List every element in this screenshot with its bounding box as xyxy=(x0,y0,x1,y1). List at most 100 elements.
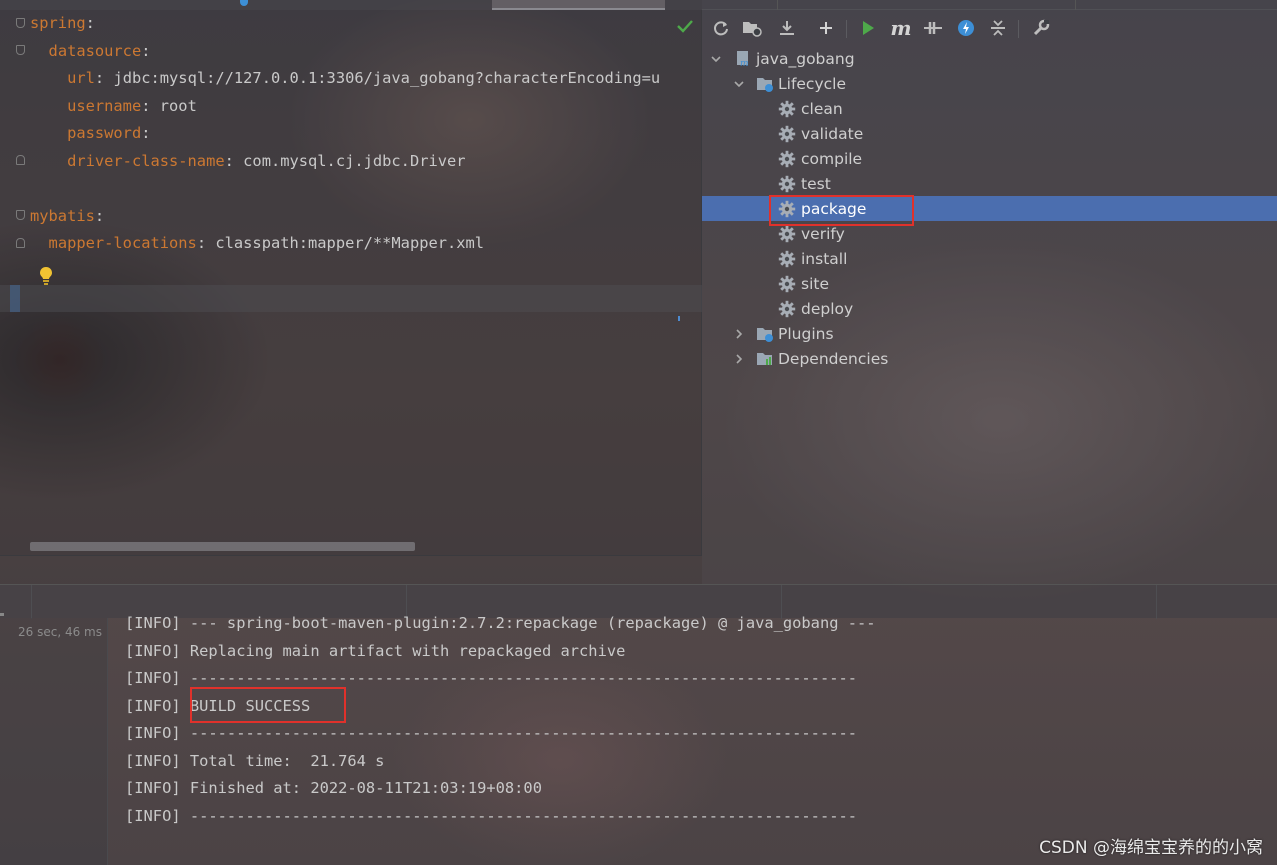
plugins-folder-icon xyxy=(757,327,773,342)
editor-gutter xyxy=(0,10,26,555)
caret-marker xyxy=(10,285,20,312)
gear-icon xyxy=(778,200,796,218)
editor-tab-strip[interactable] xyxy=(0,0,702,10)
chevron-right-icon[interactable] xyxy=(733,353,745,365)
dependencies-folder-icon xyxy=(757,352,772,365)
yaml-value: com.mysql.cj.jdbc.Driver xyxy=(243,151,466,170)
tree-item-lifecycle[interactable]: Lifecycle xyxy=(702,71,1277,96)
fold-marker[interactable] xyxy=(16,18,25,28)
maven-toolbar: m xyxy=(702,13,1277,43)
code-line: username: root xyxy=(67,96,197,115)
lifecycle-folder-icon xyxy=(757,77,773,92)
elapsed-time: 26 sec, 46 ms xyxy=(18,625,102,639)
maven-goal-icon[interactable]: m xyxy=(889,16,913,40)
gear-icon xyxy=(778,250,796,268)
lifecycle-goal-clean[interactable]: clean xyxy=(702,96,1277,121)
lifecycle-goal-test[interactable]: test xyxy=(702,171,1277,196)
horizontal-scrollbar[interactable] xyxy=(30,542,415,551)
yaml-key: mybatis xyxy=(30,206,95,225)
console-line: [INFO] --- spring-boot-maven-plugin:2.7.… xyxy=(125,614,876,632)
gear-icon xyxy=(778,125,796,143)
scroll-marker xyxy=(678,316,680,321)
yaml-key: password xyxy=(67,124,142,142)
code-line: url: jdbc:mysql://127.0.0.1:3306/java_go… xyxy=(67,69,661,87)
console-line: [INFO] ---------------------------------… xyxy=(125,669,858,687)
code-line: driver-class-name: com.mysql.cj.jdbc.Dri… xyxy=(67,151,466,170)
goal-label: deploy xyxy=(801,299,854,318)
run-icon[interactable] xyxy=(856,16,880,40)
lifecycle-label: Lifecycle xyxy=(778,74,846,93)
code-line: datasource: xyxy=(48,41,151,60)
chevron-down-icon[interactable] xyxy=(710,53,722,65)
yaml-value: root xyxy=(159,96,197,115)
reload-icon[interactable] xyxy=(709,16,733,40)
maven-tool-window: m m java_gobang Lifecycle clean validate… xyxy=(702,0,1277,584)
yaml-key: username xyxy=(67,96,142,115)
project-name: java_gobang xyxy=(756,49,855,68)
collapse-all-icon[interactable] xyxy=(986,16,1010,40)
console-line: [INFO] ---------------------------------… xyxy=(125,724,858,742)
console-line: [INFO] Total time: 21.764 s xyxy=(125,751,385,770)
lifecycle-goal-install[interactable]: install xyxy=(702,246,1277,271)
chevron-down-icon[interactable] xyxy=(733,78,745,90)
goal-label: install xyxy=(801,249,848,268)
goal-label: site xyxy=(801,274,829,293)
goal-label: verify xyxy=(801,224,845,243)
yaml-key: url xyxy=(67,69,95,87)
settings-wrench-icon[interactable] xyxy=(1029,16,1053,40)
lifecycle-goal-validate[interactable]: validate xyxy=(702,121,1277,146)
code-line: password: xyxy=(67,124,151,142)
gear-icon xyxy=(778,225,796,243)
lifecycle-goal-package[interactable]: package xyxy=(702,196,1277,221)
check-icon[interactable] xyxy=(676,18,694,34)
fold-marker[interactable] xyxy=(16,45,25,55)
gear-icon xyxy=(778,275,796,293)
chevron-right-icon[interactable] xyxy=(733,328,745,340)
goal-label: compile xyxy=(801,149,863,168)
lifecycle-goal-compile[interactable]: compile xyxy=(702,146,1277,171)
generate-sources-icon[interactable] xyxy=(740,16,764,40)
maven-header-strip xyxy=(702,0,1277,10)
run-tree-panel[interactable]: 26 sec, 46 ms xyxy=(0,618,108,865)
svg-text:m: m xyxy=(740,59,749,68)
toggle-offline-icon[interactable] xyxy=(921,16,945,40)
tab-file-icon xyxy=(240,0,248,6)
fold-marker[interactable] xyxy=(16,210,25,220)
tab-application-yml[interactable] xyxy=(492,0,665,10)
skip-tests-icon[interactable] xyxy=(954,16,978,40)
yaml-value: jdbc:mysql://127.0.0.1:3306/java_gobang?… xyxy=(113,69,661,87)
lightbulb-icon[interactable] xyxy=(38,266,54,286)
gear-icon xyxy=(778,150,796,168)
lifecycle-goal-site[interactable]: site xyxy=(702,271,1277,296)
goal-label: test xyxy=(801,174,831,193)
lifecycle-goal-verify[interactable]: verify xyxy=(702,221,1277,246)
code-editor[interactable]: spring: datasource: url: jdbc:mysql://12… xyxy=(0,10,702,555)
yaml-value: classpath:mapper/**Mapper.xml xyxy=(215,234,485,252)
gear-icon xyxy=(778,300,796,318)
tree-item-project[interactable]: m java_gobang xyxy=(702,46,1277,71)
current-line-highlight xyxy=(0,285,702,312)
yaml-key: spring xyxy=(30,14,86,32)
tree-item-plugins[interactable]: Plugins xyxy=(702,321,1277,346)
goal-label: validate xyxy=(801,124,864,143)
console-line: [INFO] Replacing main artifact with repa… xyxy=(125,641,626,660)
editor-bottom-strip xyxy=(0,555,702,584)
add-icon[interactable] xyxy=(814,16,838,40)
code-line: mybatis: xyxy=(30,206,105,225)
maven-project-icon: m xyxy=(737,50,749,68)
fold-marker[interactable] xyxy=(16,155,25,165)
console-line: [INFO] ---------------------------------… xyxy=(125,806,858,825)
lifecycle-goal-deploy[interactable]: deploy xyxy=(702,296,1277,321)
yaml-key: mapper-locations xyxy=(48,234,197,252)
download-icon[interactable] xyxy=(775,16,799,40)
code-line: mapper-locations: classpath:mapper/**Map… xyxy=(48,234,485,252)
code-line: spring: xyxy=(30,14,95,32)
yaml-key: datasource xyxy=(48,41,142,60)
yaml-key: driver-class-name xyxy=(67,151,225,170)
goal-label: clean xyxy=(801,99,843,118)
plugins-label: Plugins xyxy=(778,324,834,343)
tree-item-dependencies[interactable]: Dependencies xyxy=(702,346,1277,371)
console-output[interactable]: [INFO] --- spring-boot-maven-plugin:2.7.… xyxy=(108,610,1277,865)
fold-marker[interactable] xyxy=(16,238,25,248)
console-line: [INFO] BUILD SUCCESS xyxy=(125,696,311,715)
